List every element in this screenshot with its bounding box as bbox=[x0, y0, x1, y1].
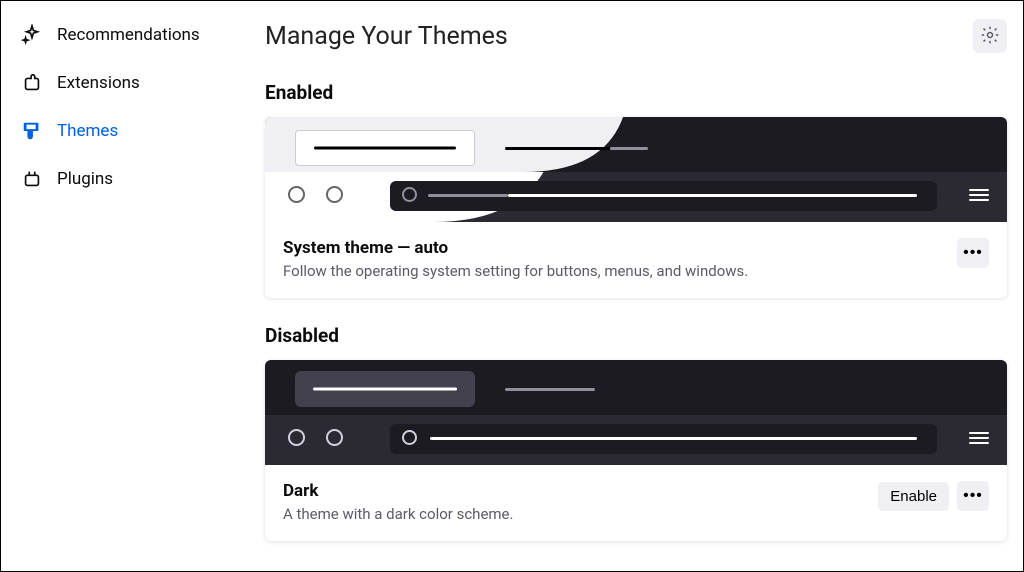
theme-preview-system bbox=[265, 117, 1007, 222]
main-content: Manage Your Themes Enabled bbox=[253, 1, 1023, 571]
sidebar-item-label: Extensions bbox=[57, 73, 140, 93]
section-enabled-title: Enabled bbox=[265, 81, 1007, 104]
sidebar-item-label: Plugins bbox=[57, 169, 113, 189]
gear-icon bbox=[980, 25, 1000, 48]
more-options-button[interactable]: ••• bbox=[957, 481, 989, 511]
sidebar-item-themes[interactable]: Themes bbox=[9, 107, 253, 155]
brush-icon bbox=[21, 120, 43, 142]
theme-card-system: System theme — auto Follow the operating… bbox=[265, 117, 1007, 298]
ellipsis-icon: ••• bbox=[963, 244, 983, 262]
sidebar-item-recommendations[interactable]: Recommendations bbox=[9, 11, 253, 59]
sparkle-icon bbox=[21, 24, 43, 46]
sidebar-item-extensions[interactable]: Extensions bbox=[9, 59, 253, 107]
ellipsis-icon: ••• bbox=[963, 487, 983, 505]
theme-card-dark: Dark A theme with a dark color scheme. E… bbox=[265, 360, 1007, 541]
puzzle-icon bbox=[21, 72, 43, 94]
theme-description: Follow the operating system setting for … bbox=[283, 262, 748, 280]
sidebar-item-label: Themes bbox=[57, 121, 118, 141]
hamburger-icon bbox=[969, 186, 989, 206]
theme-name: Dark bbox=[283, 481, 513, 501]
more-options-button[interactable]: ••• bbox=[957, 238, 989, 268]
theme-preview-dark bbox=[265, 360, 1007, 465]
sidebar-item-label: Recommendations bbox=[57, 25, 200, 45]
section-disabled-title: Disabled bbox=[265, 324, 1007, 347]
hamburger-icon bbox=[969, 429, 989, 449]
theme-description: A theme with a dark color scheme. bbox=[283, 505, 513, 523]
page-title: Manage Your Themes bbox=[265, 22, 508, 51]
enable-button[interactable]: Enable bbox=[878, 482, 949, 511]
sidebar-item-plugins[interactable]: Plugins bbox=[9, 155, 253, 203]
sidebar: Recommendations Extensions Themes bbox=[1, 1, 253, 571]
settings-button[interactable] bbox=[973, 19, 1007, 53]
plug-icon bbox=[21, 168, 43, 190]
theme-name: System theme — auto bbox=[283, 238, 748, 258]
